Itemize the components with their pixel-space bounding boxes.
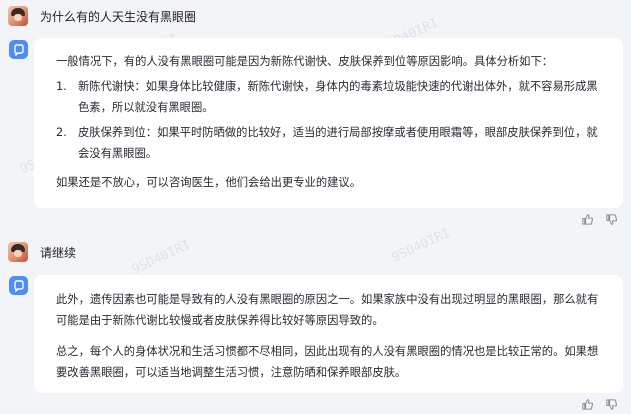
thumbs-up-icon[interactable]	[581, 398, 595, 412]
watermark: 9SD40IRI	[129, 237, 193, 278]
answer-outro: 如果还是不放心，可以咨询医生，他们会给出更专业的建议。	[56, 176, 362, 189]
thumbs-up-icon[interactable]	[581, 213, 595, 227]
thumbs-down-icon[interactable]	[605, 213, 619, 227]
list-item: 2. 皮肤保养到位：如果平时防晒做的比较好，适当的进行局部按摩或者使用眼霜等，眼…	[56, 122, 605, 164]
list-item-number: 2.	[56, 126, 67, 139]
assistant-message: 一般情况下，有的人没有黑眼圈可能是因为新陈代谢快、皮肤保养到位等原因影响。具体分…	[34, 38, 623, 208]
answer-paragraph: 此外，遗传因素也可能是导致有的人没有黑眼圈的原因之一。如果家族中没有出现过明显的…	[56, 293, 599, 327]
thumbs-down-icon[interactable]	[605, 398, 619, 412]
user-message-text: 请继续	[40, 245, 77, 260]
chat-bot-icon	[9, 40, 28, 59]
list-item-text: 新陈代谢快：如果身体比较健康，新陈代谢快，身体内的毒素垃圾能快速的代谢出体外，就…	[78, 80, 598, 114]
watermark: 9SD40IRI	[389, 225, 453, 266]
assistant-message: 此外，遗传因素也可能是导致有的人没有黑眼圈的原因之一。如果家族中没有出现过明显的…	[34, 275, 623, 393]
list-item-number: 1.	[56, 80, 67, 93]
user-avatar	[8, 242, 28, 262]
user-message-text: 为什么有的人天生没有黑眼圈	[40, 9, 197, 24]
user-avatar	[8, 6, 28, 26]
feedback-actions	[581, 213, 619, 227]
answer-intro: 一般情况下，有的人没有黑眼圈可能是因为新陈代谢快、皮肤保养到位等原因影响。具体分…	[56, 55, 554, 68]
feedback-actions	[581, 398, 619, 412]
user-message: 为什么有的人天生没有黑眼圈	[8, 6, 196, 26]
answer-list: 1. 新陈代谢快：如果身体比较健康，新陈代谢快，身体内的毒素垃圾能快速的代谢出体…	[56, 76, 605, 164]
list-item-text: 皮肤保养到位：如果平时防晒做的比较好，适当的进行局部按摩或者使用眼霜等，眼部皮肤…	[78, 126, 598, 160]
chat-bot-icon	[9, 276, 28, 295]
list-item: 1. 新陈代谢快：如果身体比较健康，新陈代谢快，身体内的毒素垃圾能快速的代谢出体…	[56, 76, 605, 118]
user-message: 请继续	[8, 242, 76, 262]
answer-paragraph: 总之，每个人的身体状况和生活习惯都不尽相同，因此出现有的人没有黑眼圈的情况也是比…	[56, 345, 599, 379]
